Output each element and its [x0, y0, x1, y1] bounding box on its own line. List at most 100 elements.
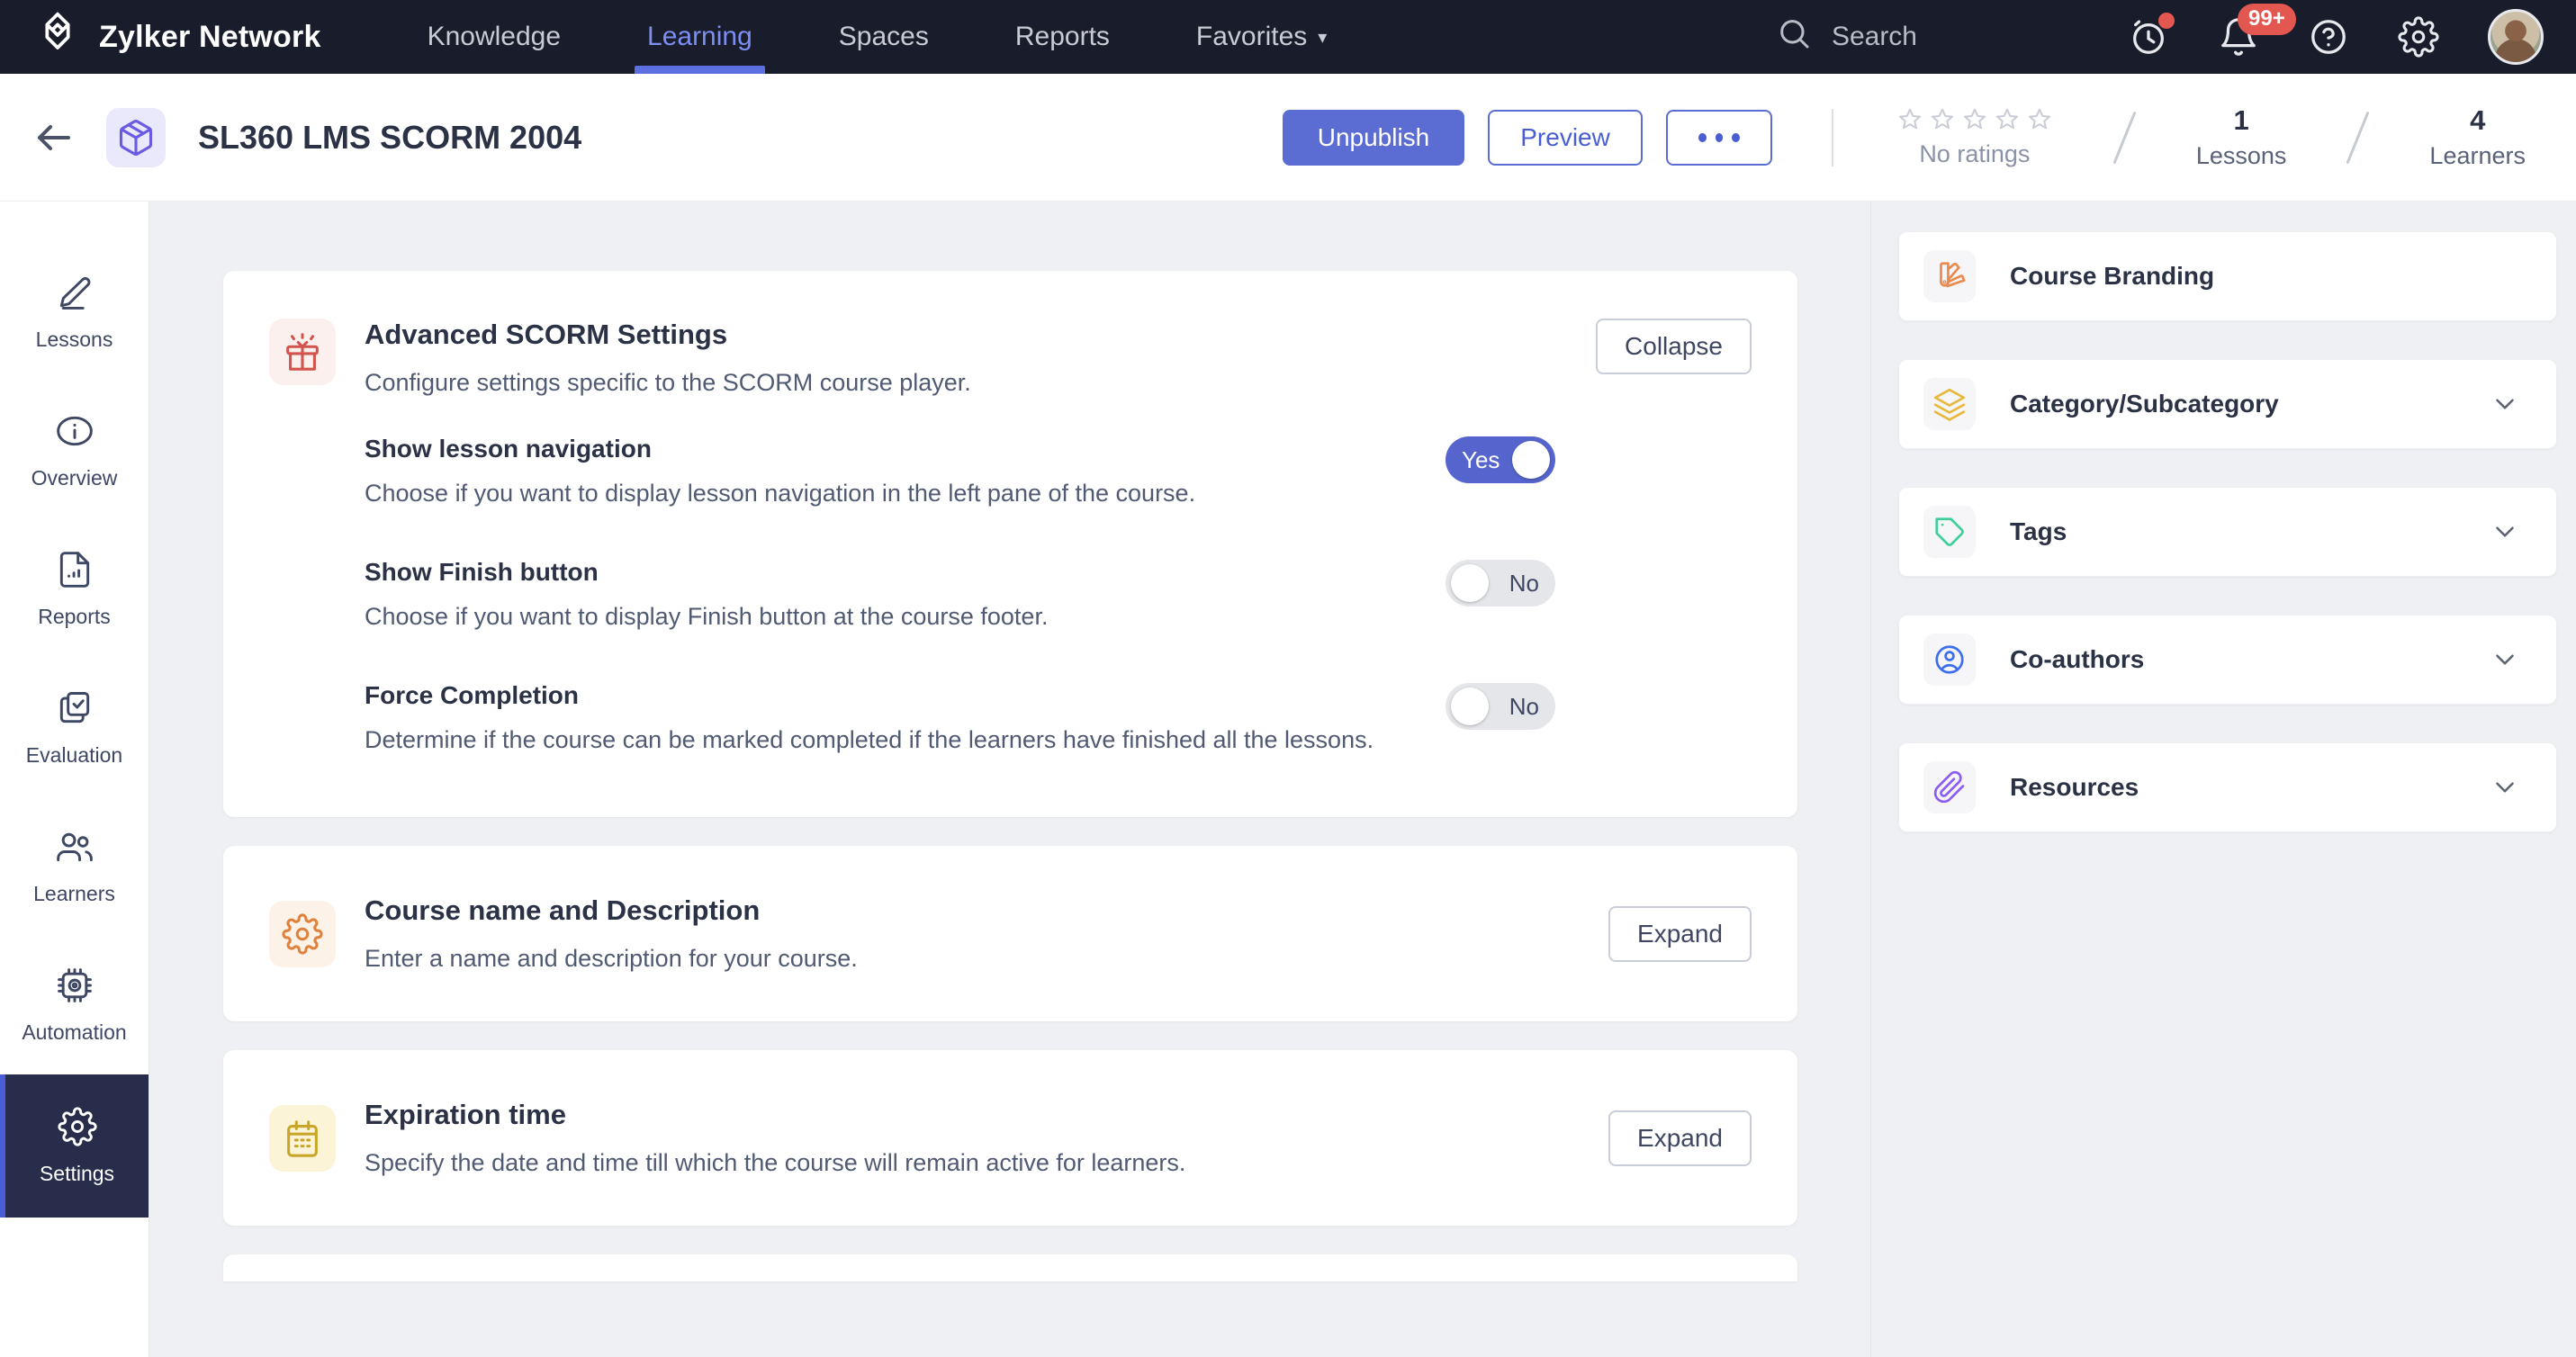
toggle-show-finish-button[interactable]: No: [1446, 560, 1555, 607]
back-button[interactable]: [32, 116, 76, 159]
calendar-icon: [269, 1104, 336, 1172]
nav-right-cluster: Search 99+: [1776, 4, 2544, 65]
star-icon: [2028, 108, 2050, 130]
tags-card[interactable]: Tags: [1898, 487, 2557, 577]
primary-nav-links: Knowledge Learning Spaces Reports Favori…: [428, 0, 1327, 74]
card-title: Expiration time: [365, 1099, 566, 1130]
brand-name: Zylker Network: [99, 19, 321, 54]
card-subtitle: Enter a name and description for your co…: [365, 945, 858, 972]
top-navigation-bar: Zylker Network Knowledge Learning Spaces…: [0, 0, 2576, 74]
category-subcategory-card[interactable]: Category/Subcategory: [1898, 359, 2557, 449]
course-type-icon: [106, 107, 166, 167]
next-card-partial: [223, 1254, 1797, 1281]
more-options-button[interactable]: [1665, 109, 1772, 166]
automation-chip-icon: [55, 966, 95, 1010]
card-title: Course name and Description: [365, 894, 761, 926]
stat-divider: [2112, 111, 2137, 164]
search-icon: [1776, 15, 1812, 58]
header-actions: Unpublish Preview No ratings 1 Lessons 4: [1282, 104, 2526, 170]
setting-show-lesson-navigation: Show lesson navigation Choose if you wan…: [365, 435, 1797, 508]
chevron-down-icon: [2490, 772, 2520, 803]
chevron-down-icon: [2490, 389, 2520, 419]
chevron-down-icon: [2490, 517, 2520, 547]
collapse-button[interactable]: Collapse: [1596, 319, 1752, 374]
gear-icon: [57, 1106, 97, 1151]
sidebar-item-automation[interactable]: Automation: [0, 936, 149, 1074]
course-header: SL360 LMS SCORM 2004 Unpublish Preview N…: [0, 74, 2576, 202]
notification-count-badge: 99+: [2238, 4, 2296, 35]
preview-button[interactable]: Preview: [1488, 109, 1643, 166]
zylker-logo-icon: [32, 10, 83, 65]
co-authors-card[interactable]: Co-authors: [1898, 615, 2557, 705]
toggle-knob: [1451, 564, 1489, 602]
info-icon: [55, 411, 95, 455]
chevron-down-icon: ▾: [1318, 27, 1328, 48]
stat-divider: [2346, 111, 2370, 164]
person-circle-icon: [1923, 634, 1976, 686]
expand-expiration-button[interactable]: Expand: [1608, 1110, 1752, 1166]
sidebar-item-reports[interactable]: Reports: [0, 520, 149, 659]
tag-icon: [1923, 506, 1976, 558]
course-meta-panel: Course Branding Category/Subcategory Tag…: [1870, 202, 2576, 1357]
settings-gear-button[interactable]: [2398, 16, 2439, 58]
report-file-icon: [55, 550, 95, 594]
ellipsis-icon: [1698, 132, 1707, 142]
sidebar-item-lessons[interactable]: Lessons: [0, 243, 149, 382]
course-branding-card[interactable]: Course Branding: [1898, 231, 2557, 321]
toggle-knob: [1451, 687, 1489, 725]
clipboard-check-icon: [55, 688, 95, 732]
gear-icon: [269, 900, 336, 967]
reminder-alert-dot: [2158, 13, 2175, 29]
toggle-force-completion[interactable]: No: [1446, 683, 1555, 730]
pencil-icon: [55, 273, 95, 317]
expiration-time-card: Expiration time Specify the date and tim…: [223, 1050, 1797, 1226]
header-divider: [1831, 108, 1833, 166]
people-icon: [55, 827, 95, 871]
toggle-state-label: No: [1509, 692, 1539, 720]
lessons-stat: 1 Lessons: [2195, 104, 2287, 169]
resources-card[interactable]: Resources: [1898, 742, 2557, 832]
surprise-box-icon: [269, 319, 336, 385]
toggle-knob: [1512, 441, 1550, 479]
course-rating: No ratings: [1896, 106, 2053, 168]
card-subtitle: Specify the date and time till which the…: [365, 1149, 1186, 1176]
course-sidebar: Lessons Overview Reports Evaluation Lear…: [0, 202, 149, 1357]
setting-show-finish-button: Show Finish button Choose if you want to…: [365, 558, 1797, 631]
page-title: SL360 LMS SCORM 2004: [198, 118, 582, 156]
settings-main-area: Advanced SCORM Settings Configure settin…: [149, 202, 1870, 1357]
paperclip-icon: [1923, 761, 1976, 813]
search-input[interactable]: Search: [1776, 15, 1917, 58]
unpublish-button[interactable]: Unpublish: [1282, 109, 1465, 166]
setting-force-completion: Force Completion Determine if the course…: [365, 681, 1797, 754]
nav-tab-reports[interactable]: Reports: [1015, 0, 1110, 74]
sidebar-item-overview[interactable]: Overview: [0, 382, 149, 520]
rating-label: No ratings: [1919, 140, 2031, 167]
learners-stat: 4 Learners: [2429, 104, 2526, 169]
toggle-state-label: Yes: [1462, 445, 1500, 473]
card-subtitle: Configure settings specific to the SCORM…: [365, 369, 971, 396]
nav-tab-favorites[interactable]: Favorites ▾: [1196, 0, 1327, 74]
help-button[interactable]: [2308, 16, 2349, 58]
expand-course-name-button[interactable]: Expand: [1608, 905, 1752, 962]
reminders-button[interactable]: [2128, 13, 2175, 58]
toggle-show-lesson-navigation[interactable]: Yes: [1446, 436, 1555, 483]
star-icon: [1963, 108, 1986, 130]
course-name-description-card: Course name and Description Enter a name…: [223, 846, 1797, 1021]
sidebar-item-settings[interactable]: Settings: [0, 1074, 149, 1218]
sidebar-item-learners[interactable]: Learners: [0, 797, 149, 936]
brand-logo[interactable]: Zylker Network: [32, 10, 321, 65]
color-swatch-icon: [1923, 250, 1976, 302]
user-avatar[interactable]: [2488, 9, 2544, 65]
star-icon: [1995, 108, 2018, 130]
layers-icon: [1923, 378, 1976, 430]
advanced-scorm-settings-card: Advanced SCORM Settings Configure settin…: [223, 271, 1797, 817]
sidebar-item-evaluation[interactable]: Evaluation: [0, 659, 149, 797]
card-title: Advanced SCORM Settings: [365, 319, 728, 350]
nav-tab-learning[interactable]: Learning: [635, 0, 765, 74]
notifications-button[interactable]: 99+: [2218, 4, 2296, 58]
nav-tab-knowledge[interactable]: Knowledge: [428, 0, 561, 74]
star-icon: [1931, 108, 1953, 130]
star-icon: [1898, 108, 1921, 130]
nav-tab-spaces[interactable]: Spaces: [839, 0, 929, 74]
toggle-state-label: No: [1509, 569, 1539, 597]
